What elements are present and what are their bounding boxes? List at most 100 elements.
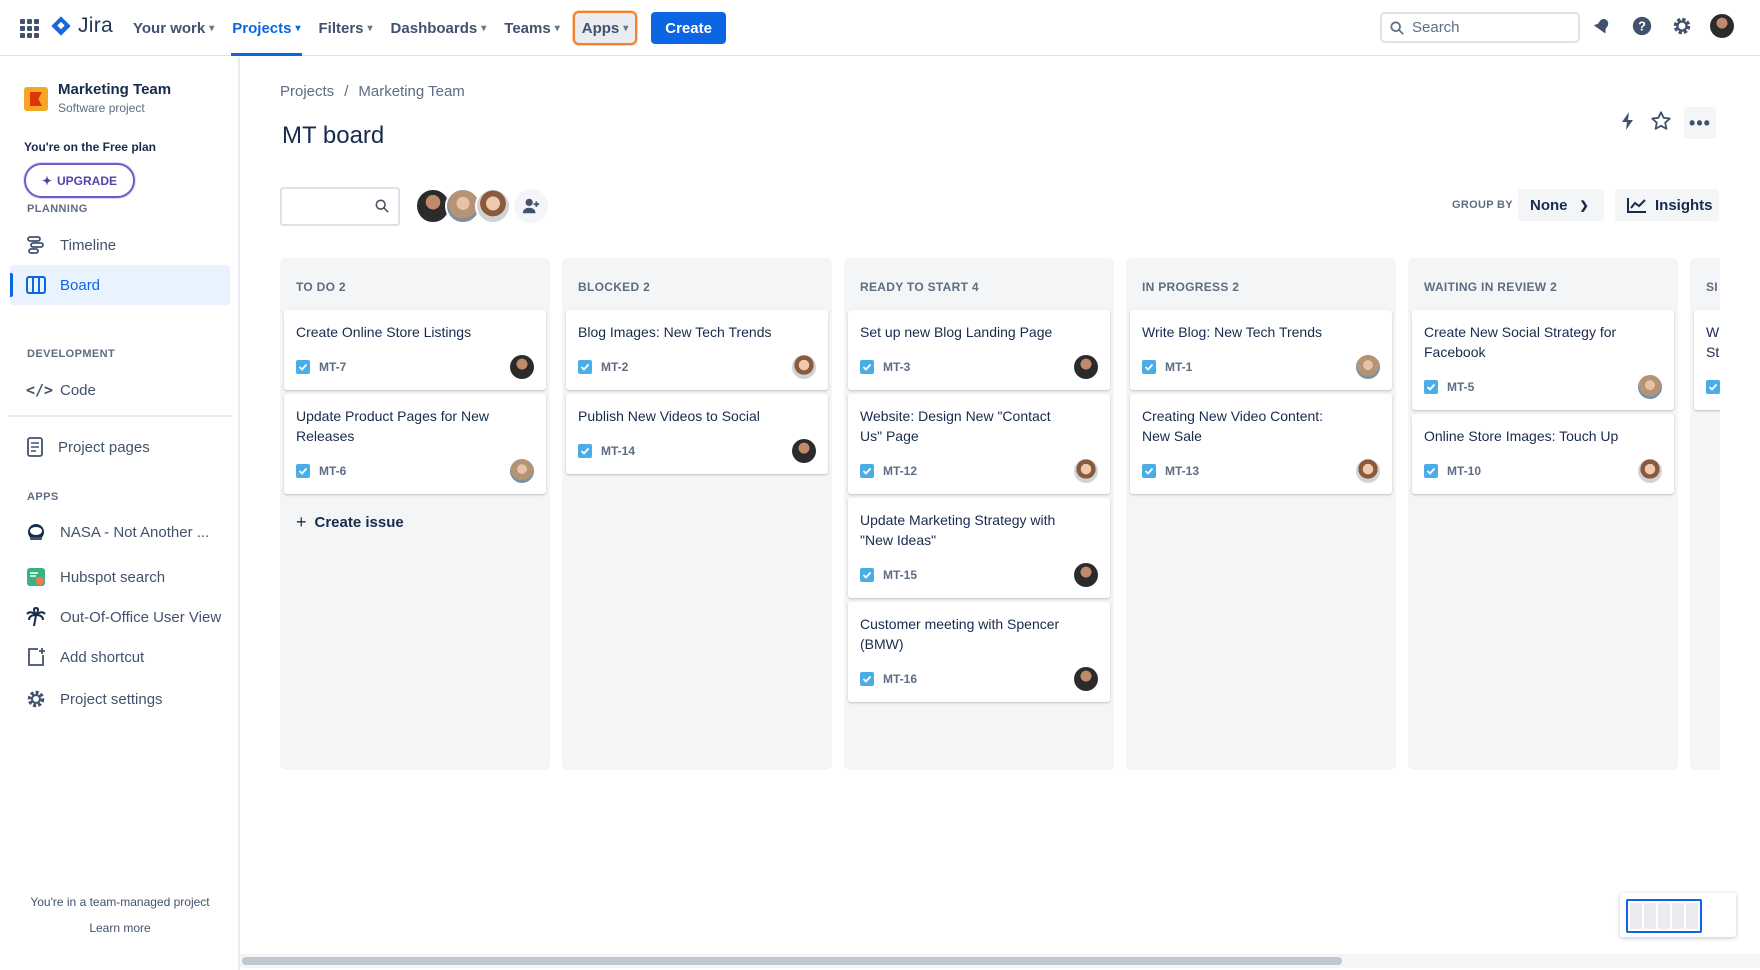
issue-title: Write Blog: New Tech Trends [1142,324,1323,340]
assignee-avatar[interactable] [792,355,816,379]
add-person-icon [522,198,540,214]
issue-title: Create New Social Strategy for Facebook [1424,324,1617,360]
assignee-avatar[interactable] [1074,563,1098,587]
insights-label: Insights [1655,196,1713,214]
sidebar-item-nasa[interactable]: NASA - Not Another ... [10,512,230,552]
issue-card[interactable]: Creating New Video Content: New Sale MT-… [1130,394,1392,494]
issue-card[interactable]: Customer meeting with Spencer (BMW) MT-1… [848,602,1110,702]
create-button[interactable]: Create [651,12,726,44]
timeline-icon [27,236,44,254]
astronaut-icon [28,524,44,540]
chevron-down-icon: ▾ [209,22,215,34]
sidebar-item-board[interactable]: Board [10,265,230,305]
group-by-label: GROUP BY [1452,199,1513,211]
top-right-actions: ? [1590,14,1734,38]
issue-card[interactable]: Update Marketing Strategy with "New Idea… [848,498,1110,598]
scrollbar-thumb[interactable] [242,957,1342,965]
profile-avatar[interactable] [1710,14,1734,38]
sidebar-item-timeline[interactable]: Timeline [10,225,230,265]
chevron-down-icon: ▾ [367,22,373,34]
upgrade-button[interactable]: ✦ UPGRADE [24,163,135,198]
assignee-avatar[interactable] [1074,459,1098,483]
group-by-select[interactable]: None ❯ [1518,189,1604,221]
jira-logo-icon [51,16,71,36]
search-input[interactable]: Search [1380,12,1580,43]
nav-teams[interactable]: Teams ▾ [495,0,568,56]
task-checkbox-icon [1424,380,1438,394]
issue-card[interactable]: Blog Images: New Tech Trends MT-2 [566,310,828,390]
sidebar-item-project-pages[interactable]: Project pages [10,427,230,467]
nav-apps-label: Apps [581,19,620,37]
issue-card[interactable]: W St [1694,310,1720,410]
assignee-avatar[interactable] [792,439,816,463]
minimap-viewport[interactable] [1626,899,1702,933]
breadcrumb-projects[interactable]: Projects [280,83,334,100]
notifications-icon[interactable] [1590,14,1614,38]
breadcrumb-marketing-team[interactable]: Marketing Team [358,83,464,100]
task-checkbox-icon [296,360,310,374]
issue-card[interactable]: Online Store Images: Touch Up MT-10 [1412,414,1674,494]
sidebar-item-project-settings[interactable]: Project settings [10,679,230,719]
assignee-avatar[interactable] [510,355,534,379]
board-minimap[interactable] [1620,893,1736,937]
assignee-avatar[interactable] [1356,459,1380,483]
issue-key: MT-1 [1165,360,1193,374]
settings-gear-icon[interactable] [1670,14,1694,38]
star-icon[interactable] [1650,110,1672,137]
assignee-avatar[interactable] [1356,355,1380,379]
task-checkbox-icon [1424,464,1438,478]
task-checkbox-icon [578,360,592,374]
add-people-button[interactable] [514,189,548,223]
issue-card[interactable]: Create Online Store Listings MT-7 [284,310,546,390]
more-actions-button[interactable]: ••• [1684,107,1716,139]
project-header[interactable]: Marketing Team Software project [24,81,171,115]
automation-lightning-icon[interactable] [1618,111,1638,136]
nav-projects[interactable]: Projects ▾ [223,0,309,56]
issue-card[interactable]: Update Product Pages for New Releases MT… [284,394,546,494]
issue-key: MT-5 [1447,380,1475,394]
sidebar-item-code[interactable]: </> Code [10,370,230,410]
assignee-avatar[interactable] [510,459,534,483]
issue-card[interactable]: Website: Design New "Contact Us" Page MT… [848,394,1110,494]
sidebar-item-hubspot-search[interactable]: Hubspot search [10,557,230,597]
create-issue-button[interactable]: + Create issue [284,498,546,547]
sidebar-item-out-of-office[interactable]: Out-Of-Office User View [10,597,230,637]
nav-dashboards[interactable]: Dashboards ▾ [382,0,496,56]
project-type: Software project [58,101,145,115]
nav-projects-label: Projects [232,19,292,37]
board-search-input[interactable] [280,187,400,226]
create-issue-label: Create issue [314,514,404,531]
horizontal-scrollbar[interactable] [240,954,1760,968]
issue-title: Create Online Store Listings [296,324,472,340]
issue-key: MT-6 [319,464,347,478]
issue-card[interactable]: Set up new Blog Landing Page MT-3 [848,310,1110,390]
nav-your-work[interactable]: Your work ▾ [124,0,223,56]
learn-more-link[interactable]: Learn more [0,921,240,935]
issue-key: MT-2 [601,360,629,374]
insights-chart-icon [1627,198,1646,213]
app-switcher-icon[interactable] [20,19,39,38]
assignee-filter-avatars [415,188,511,224]
sidebar-item-add-shortcut[interactable]: Add shortcut [10,637,230,677]
issue-card[interactable]: Create New Social Strategy for Facebook … [1412,310,1674,410]
jira-logo[interactable]: Jira [50,14,113,38]
assignee-avatar[interactable] [475,188,511,224]
assignee-avatar[interactable] [1074,355,1098,379]
chevron-down-icon: ▾ [295,22,301,34]
assignee-avatar[interactable] [1638,375,1662,399]
nav-filters[interactable]: Filters ▾ [310,0,382,56]
project-name: Marketing Team [58,81,172,98]
insights-button[interactable]: Insights [1615,189,1719,221]
palm-tree-icon [26,607,46,627]
issue-card[interactable]: Publish New Videos to Social MT-14 [566,394,828,474]
assignee-avatar[interactable] [1074,667,1098,691]
primary-nav: Your work ▾ Projects ▾ Filters ▾ Dashboards… [124,0,726,56]
section-title-apps: APPS [27,491,59,503]
sidebar-item-label: Out-Of-Office User View [60,608,222,626]
sidebar-item-label: Hubspot search [60,568,166,586]
jira-logo-text: Jira [78,14,114,37]
nav-apps[interactable]: Apps ▾ [572,11,638,45]
help-icon[interactable]: ? [1630,14,1654,38]
assignee-avatar[interactable] [1638,459,1662,483]
issue-card[interactable]: Write Blog: New Tech Trends MT-1 [1130,310,1392,390]
